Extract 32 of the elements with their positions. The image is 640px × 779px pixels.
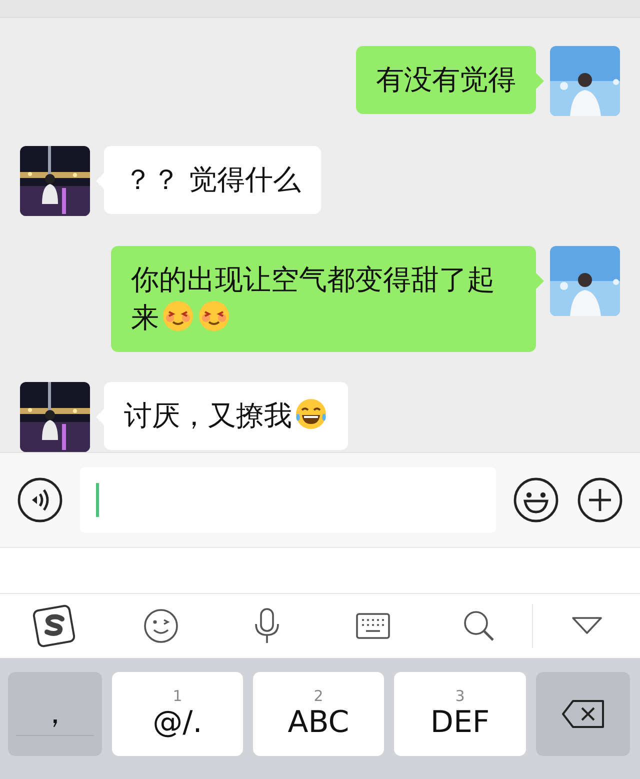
comma-key[interactable]: ， — [8, 672, 102, 756]
keyboard-key[interactable]: 2 ABC — [253, 672, 384, 756]
collapse-button[interactable] — [570, 616, 602, 636]
keyboard-icon — [356, 613, 390, 639]
tears-of-joy-emoji-icon — [294, 397, 328, 431]
search-icon — [463, 610, 495, 642]
sent-message-bubble: 你的出现让空气都变得甜了起来 — [111, 246, 536, 352]
voice-button[interactable] — [16, 476, 64, 524]
plus-icon — [576, 476, 624, 524]
delete-key[interactable] — [536, 672, 630, 756]
keyboard-key[interactable]: 1 @/. — [112, 672, 243, 756]
received-message-bubble: ？？ 觉得什么 — [104, 146, 321, 214]
sent-message-bubble: 有没有觉得 — [356, 46, 536, 114]
voice-icon — [16, 476, 64, 524]
emoji-button[interactable] — [512, 476, 560, 524]
emoticon-button[interactable] — [142, 608, 178, 644]
keyboard-key[interactable]: 3 DEF — [394, 672, 526, 756]
smitten-emoji-icon — [197, 299, 231, 333]
search-button[interactable] — [463, 610, 495, 642]
triangle-down-icon — [570, 616, 602, 636]
smitten-emoji-icon — [161, 299, 195, 333]
smiley-icon — [512, 476, 560, 524]
add-button[interactable] — [576, 476, 624, 524]
winking-face-icon — [142, 608, 178, 644]
microphone-icon — [253, 608, 281, 644]
message-input-field[interactable] — [80, 467, 496, 533]
keyboard-button[interactable] — [356, 613, 390, 639]
bubble-tail — [536, 73, 544, 89]
backspace-icon — [561, 699, 605, 729]
received-message-bubble: 讨厌，又撩我 — [104, 382, 348, 450]
bubble-tail — [536, 273, 544, 289]
microphone-button[interactable] — [253, 608, 281, 644]
